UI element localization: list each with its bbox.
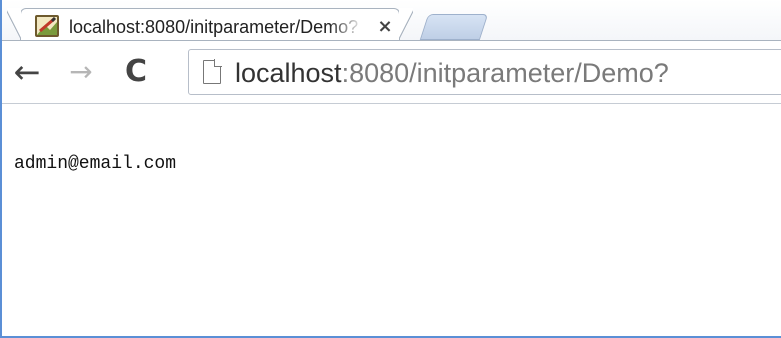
forward-arrow-icon[interactable]: → xyxy=(64,55,98,89)
page-body-text: admin@email.com xyxy=(14,154,177,174)
address-url[interactable]: localhost:8080/initparameter/Demo? xyxy=(235,55,669,91)
url-host: localhost xyxy=(235,58,342,88)
toolbar: ← → C localhost:8080/initparameter/Demo? xyxy=(2,40,781,104)
new-tab-button[interactable] xyxy=(419,14,489,40)
address-bar[interactable]: localhost:8080/initparameter/Demo? xyxy=(188,49,781,95)
close-icon[interactable]: × xyxy=(373,15,397,39)
page-content: admin@email.com xyxy=(2,105,781,336)
url-path: :8080/initparameter/Demo? xyxy=(341,58,669,88)
back-arrow-icon[interactable]: ← xyxy=(10,55,44,89)
tab-strip: localhost:8080/initparameter/Demo? × xyxy=(2,0,781,43)
page-icon xyxy=(203,59,222,84)
tab-title: localhost:8080/initparameter/Demo? xyxy=(69,17,359,37)
browser-window: localhost:8080/initparameter/Demo? × ← →… xyxy=(0,0,781,338)
reload-icon[interactable]: C xyxy=(119,55,153,89)
tab-active[interactable]: localhost:8080/initparameter/Demo? × xyxy=(7,8,413,43)
pencil-image-icon xyxy=(35,15,59,37)
